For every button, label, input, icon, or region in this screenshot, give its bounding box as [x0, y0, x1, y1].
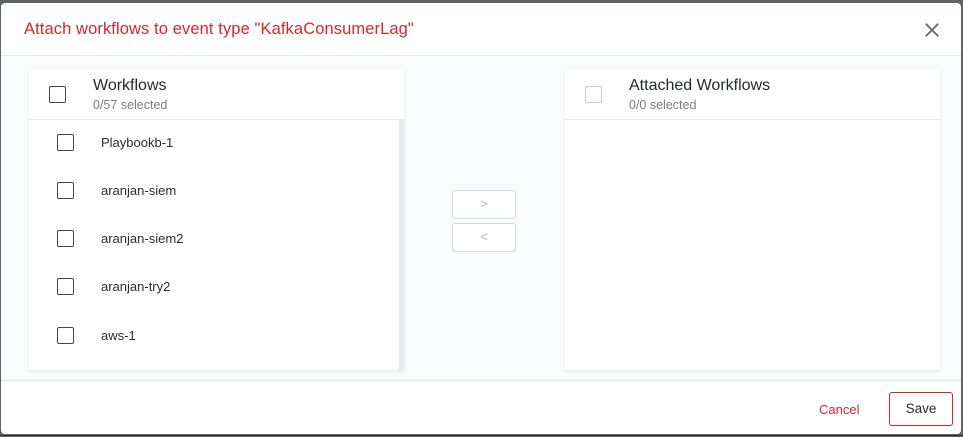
- workflow-checkbox[interactable]: [57, 278, 74, 295]
- workflow-checkbox[interactable]: [57, 230, 74, 247]
- workflows-scrollbar[interactable]: [399, 120, 404, 370]
- attached-panel-header: Attached Workflows 0/0 selected: [565, 69, 940, 120]
- close-icon[interactable]: [923, 21, 941, 39]
- list-item[interactable]: aranjan-siem2: [29, 216, 399, 264]
- attach-workflows-dialog: Attach workflows to event type "KafkaCon…: [1, 3, 961, 434]
- workflow-checkbox[interactable]: [57, 134, 74, 151]
- workflows-selected-count: 0/57 selected: [93, 98, 168, 112]
- workflows-panel: Workflows 0/57 selected Playbookb-1 aran…: [29, 69, 404, 370]
- workflows-panel-title: Workflows: [93, 77, 167, 94]
- list-item[interactable]: aws-1: [29, 313, 399, 361]
- workflow-label: aranjan-siem2: [101, 231, 184, 246]
- dialog-header: Attach workflows to event type "KafkaCon…: [1, 3, 961, 56]
- dialog-title: Attach workflows to event type "KafkaCon…: [24, 20, 414, 38]
- workflow-label: aranjan-try2: [101, 279, 171, 294]
- workflow-label: aws-1: [101, 328, 136, 343]
- backdrop-line: [0, 435, 963, 436]
- attached-workflows-panel: Attached Workflows 0/0 selected: [565, 69, 940, 370]
- workflows-panel-header: Workflows 0/57 selected: [29, 69, 404, 120]
- attached-panel-title: Attached Workflows: [629, 77, 771, 94]
- save-button[interactable]: Save: [889, 392, 953, 426]
- select-all-attached-checkbox[interactable]: [585, 86, 602, 103]
- workflows-list: Playbookb-1 aranjan-siem aranjan-siem2 a…: [29, 120, 404, 370]
- workflow-label: aranjan-siem: [101, 183, 177, 198]
- move-left-button[interactable]: <: [452, 223, 516, 252]
- dialog-footer: Cancel Save: [1, 380, 961, 434]
- cancel-button[interactable]: Cancel: [819, 402, 859, 417]
- workflow-label: Playbookb-1: [101, 135, 174, 150]
- attached-workflows-list: [565, 120, 940, 370]
- select-all-workflows-checkbox[interactable]: [49, 86, 66, 103]
- move-right-button[interactable]: >: [452, 190, 516, 219]
- workflow-checkbox[interactable]: [57, 327, 74, 344]
- workflow-checkbox[interactable]: [57, 182, 74, 199]
- dialog-body: Workflows 0/57 selected Playbookb-1 aran…: [1, 56, 961, 380]
- attached-selected-count: 0/0 selected: [629, 98, 697, 112]
- list-item[interactable]: aranjan-try2: [29, 264, 399, 312]
- list-item[interactable]: Playbookb-1: [29, 120, 399, 168]
- list-item[interactable]: aranjan-siem: [29, 168, 399, 216]
